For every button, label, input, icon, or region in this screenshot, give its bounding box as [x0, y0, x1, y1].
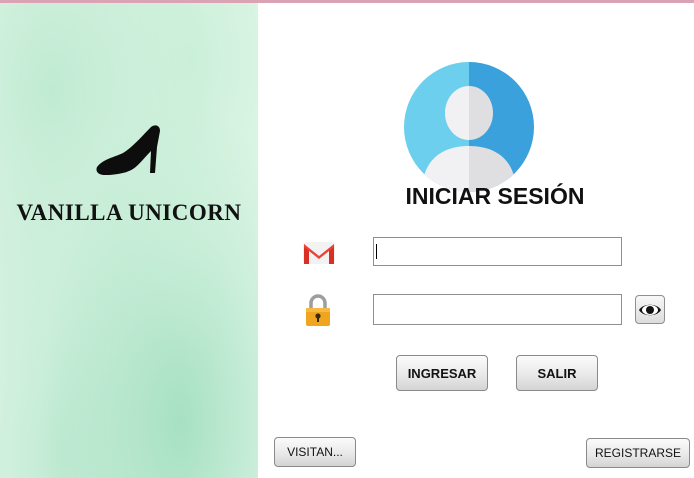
- brand-panel: VANILLA UNICORN: [0, 3, 258, 478]
- email-field[interactable]: [373, 237, 622, 266]
- guest-button[interactable]: VISITAN...: [274, 437, 356, 467]
- gmail-icon: [303, 242, 335, 264]
- lock-icon: [306, 294, 330, 326]
- user-avatar-icon: [404, 62, 534, 192]
- page-title: INICIAR SESIÓN: [405, 183, 585, 209]
- password-field[interactable]: [373, 294, 622, 325]
- register-button[interactable]: REGISTRARSE: [586, 438, 690, 468]
- brand-name: VANILLA UNICORN: [16, 200, 242, 225]
- login-button[interactable]: INGRESAR: [396, 355, 488, 391]
- text-cursor: [376, 244, 377, 259]
- eye-icon: [639, 304, 661, 315]
- exit-button[interactable]: SALIR: [516, 355, 598, 391]
- high-heel-shoe-icon: [96, 125, 160, 175]
- show-password-button[interactable]: [635, 295, 665, 324]
